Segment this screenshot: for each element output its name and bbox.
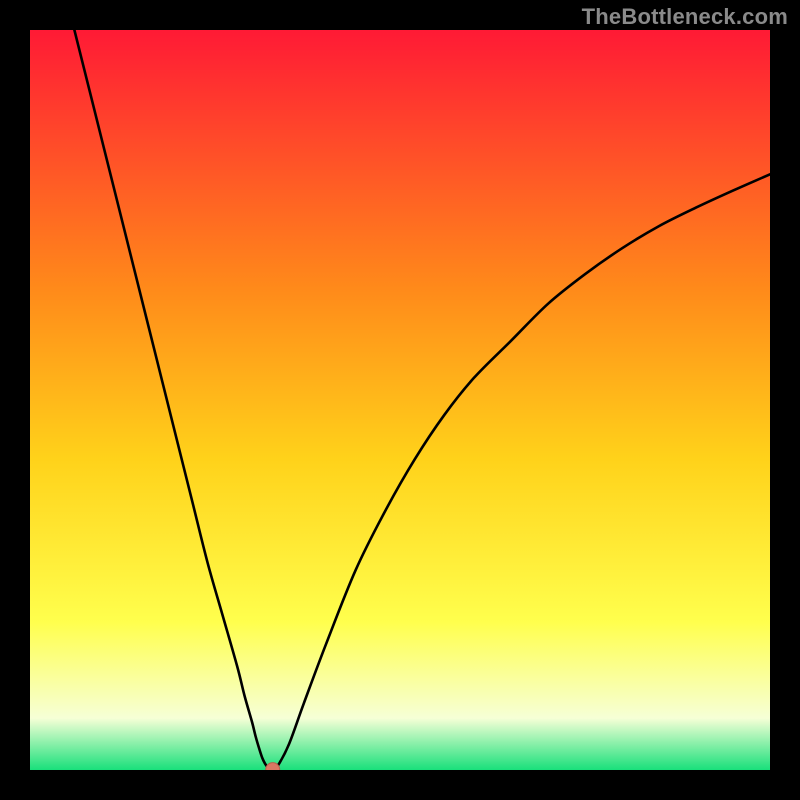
gradient-background bbox=[30, 30, 770, 770]
watermark-text: TheBottleneck.com bbox=[582, 4, 788, 30]
chart-frame: TheBottleneck.com bbox=[0, 0, 800, 800]
bottleneck-curve-chart bbox=[30, 30, 770, 770]
plot-area bbox=[30, 30, 770, 770]
